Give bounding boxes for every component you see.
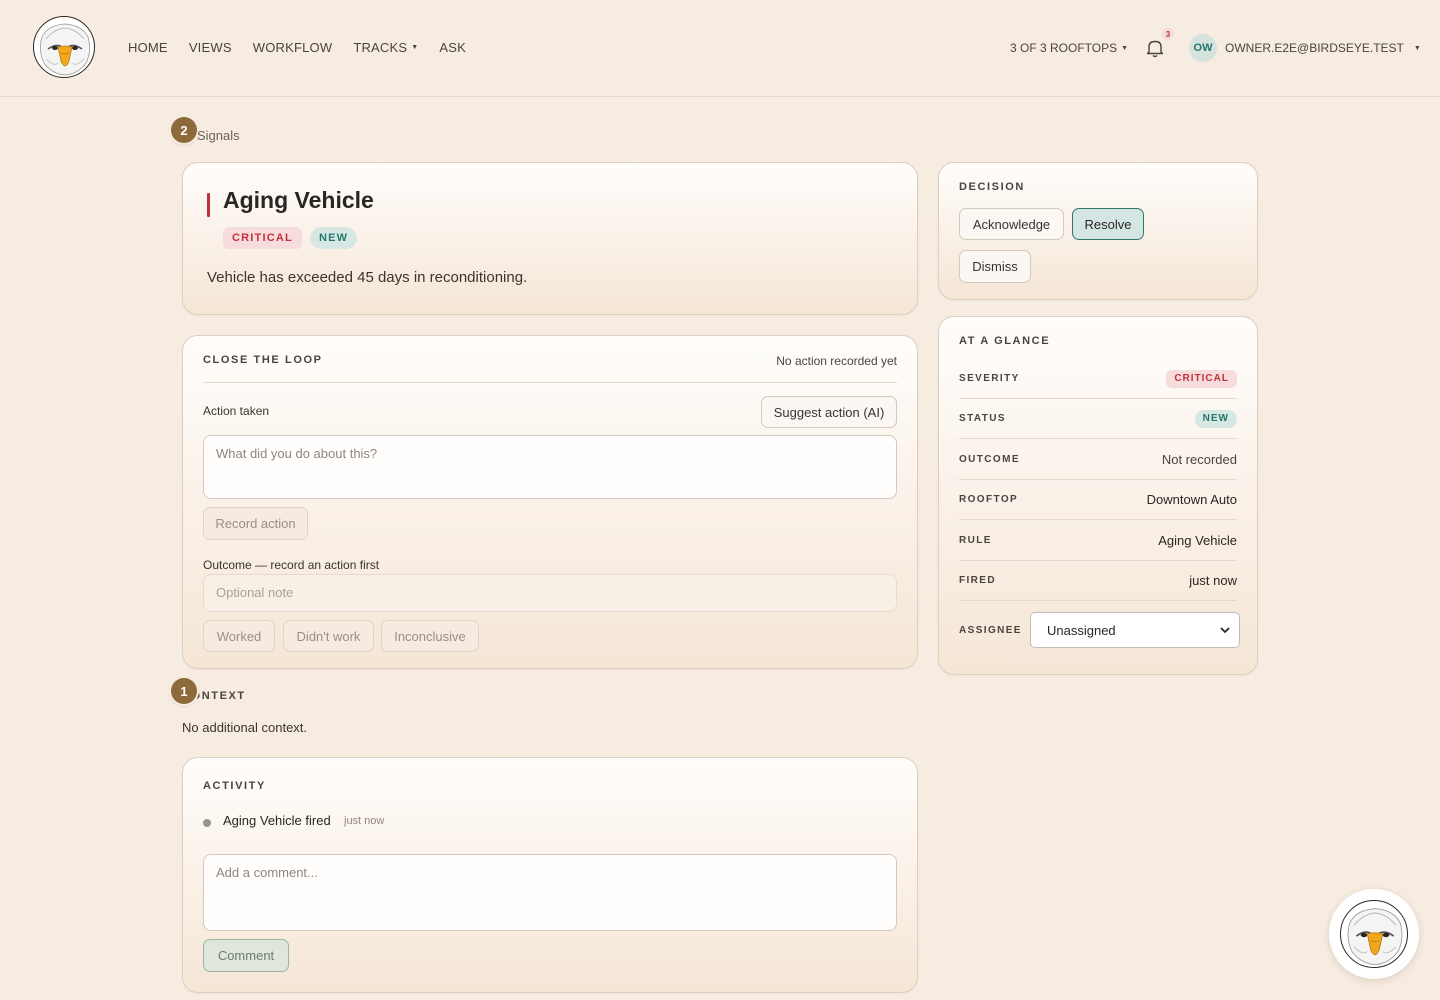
loop-status-text: No action recorded yet	[776, 354, 897, 368]
activity-entry-time: just now	[344, 815, 385, 827]
comment-button[interactable]: Comment	[203, 939, 289, 972]
eagle-assistant-icon	[1340, 900, 1408, 968]
glance-row-status: STATUS NEW	[959, 399, 1237, 439]
user-menu[interactable]: OWNER.E2E@BIRDSEYE.TEST ▼	[1225, 41, 1421, 55]
rooftop-selector[interactable]: 3 OF 3 ROOFTOPS ▼	[1010, 41, 1128, 55]
outcome-worked-button[interactable]: Worked	[203, 620, 275, 652]
outcome-label: Outcome — record an action first	[203, 558, 380, 572]
glance-key: SEVERITY	[959, 373, 1020, 384]
nav-workflow[interactable]: WORKFLOW	[253, 40, 333, 55]
top-navigation-bar: HOME VIEWS WORKFLOW TRACKS ▼ ASK 3 OF 3 R…	[0, 0, 1440, 97]
glance-row-outcome: OUTCOME Not recorded	[959, 440, 1237, 480]
severity-indicator-bar	[207, 193, 210, 217]
activity-entry-text: Aging Vehicle fired	[223, 813, 331, 828]
action-taken-label: Action taken	[203, 404, 270, 418]
glance-row-rule: RULE Aging Vehicle	[959, 521, 1237, 561]
user-email: OWNER.E2E@BIRDSEYE.TEST	[1225, 41, 1404, 55]
nav-home[interactable]: HOME	[128, 40, 168, 55]
at-a-glance-card: AT A GLANCE SEVERITY CRITICAL STATUS NEW…	[938, 316, 1258, 675]
notification-count-badge: 3	[1162, 28, 1174, 40]
signal-header-card: Aging Vehicle CRITICAL NEW Vehicle has e…	[182, 162, 918, 315]
glance-key: RULE	[959, 535, 992, 546]
glance-row-fired: FIRED just now	[959, 561, 1237, 601]
outcome-didnt-work-button[interactable]: Didn't work	[283, 620, 374, 652]
glance-key: STATUS	[959, 413, 1006, 424]
severity-badge: CRITICAL	[1166, 369, 1237, 388]
nav-workflow-label: WORKFLOW	[252, 40, 333, 55]
severity-badge: CRITICAL	[223, 227, 302, 249]
section-title: ACTIVITY	[203, 780, 266, 792]
outcome-inconclusive-button[interactable]: Inconclusive	[381, 620, 479, 652]
signal-description: Vehicle has exceeded 45 days in recondit…	[207, 269, 528, 286]
suggest-action-button[interactable]: Suggest action (AI)	[761, 396, 897, 428]
avatar[interactable]: OW	[1189, 34, 1217, 62]
breadcrumb[interactable]: Signals	[197, 128, 240, 143]
eagle-logo-icon[interactable]	[33, 16, 95, 78]
step-marker: 2	[171, 117, 197, 143]
caret-down-icon: ▼	[411, 44, 419, 51]
nav-home-label: HOME	[128, 40, 168, 55]
glance-value: just now	[1189, 573, 1237, 588]
glance-key: FIRED	[959, 575, 996, 586]
record-action-button[interactable]: Record action	[203, 507, 308, 540]
step-marker: 1	[171, 678, 197, 704]
acknowledge-button[interactable]: Acknowledge	[959, 208, 1064, 240]
nav-ask-label: ASK	[439, 40, 467, 55]
close-the-loop-card: CLOSE THE LOOP No action recorded yet Ac…	[182, 335, 918, 669]
section-title: CLOSE THE LOOP	[203, 354, 323, 366]
activity-dot-icon	[203, 819, 211, 827]
caret-down-icon: ▼	[1413, 44, 1421, 52]
action-taken-input[interactable]: What did you do about this?	[203, 435, 897, 499]
nav-tracks-label: TRACKS	[353, 40, 408, 55]
nav-views[interactable]: VIEWS	[189, 40, 232, 55]
comment-input[interactable]: Add a comment...	[203, 854, 897, 931]
glance-row-severity: SEVERITY CRITICAL	[959, 359, 1237, 399]
page-title: Aging Vehicle	[223, 187, 374, 213]
glance-value: Downtown Auto	[1146, 492, 1237, 507]
resolve-button[interactable]: Resolve	[1072, 208, 1144, 240]
status-badge: NEW	[310, 227, 358, 249]
decision-card: DECISION Acknowledge Resolve Dismiss	[938, 162, 1258, 300]
glance-value: Aging Vehicle	[1158, 533, 1237, 548]
activity-card: ACTIVITY Aging Vehicle fired just now Ad…	[182, 757, 918, 993]
assistant-fab-button[interactable]	[1329, 889, 1419, 979]
section-title: AT A GLANCE	[959, 335, 1051, 347]
chevron-down-icon	[1220, 627, 1230, 633]
glance-value: Not recorded	[1161, 452, 1237, 467]
caret-down-icon: ▼	[1121, 44, 1129, 52]
main-nav: HOME VIEWS WORKFLOW TRACKS ▼ ASK	[128, 40, 487, 55]
nav-views-label: VIEWS	[188, 40, 232, 55]
bell-icon[interactable]	[1144, 37, 1166, 59]
outcome-note-input[interactable]: Optional note	[203, 574, 897, 612]
glance-row-assignee: ASSIGNEE Unassigned	[959, 610, 1240, 650]
glance-key: OUTCOME	[959, 454, 1020, 465]
rooftop-selector-label: 3 OF 3 ROOFTOPS	[1010, 41, 1118, 55]
glance-row-rooftop: ROOFTOP Downtown Auto	[959, 480, 1237, 520]
section-title: DECISION	[959, 181, 1025, 193]
context-text: No additional context.	[182, 720, 308, 735]
nav-ask[interactable]: ASK	[439, 40, 466, 55]
assignee-select-value: Unassigned	[1047, 622, 1116, 638]
glance-key: ASSIGNEE	[959, 624, 1022, 636]
assignee-select[interactable]: Unassigned	[1030, 612, 1240, 648]
dismiss-button[interactable]: Dismiss	[959, 250, 1031, 283]
divider	[203, 382, 897, 383]
glance-key: ROOFTOP	[959, 494, 1019, 505]
status-badge: NEW	[1194, 409, 1237, 428]
nav-tracks[interactable]: TRACKS ▼	[353, 40, 418, 55]
